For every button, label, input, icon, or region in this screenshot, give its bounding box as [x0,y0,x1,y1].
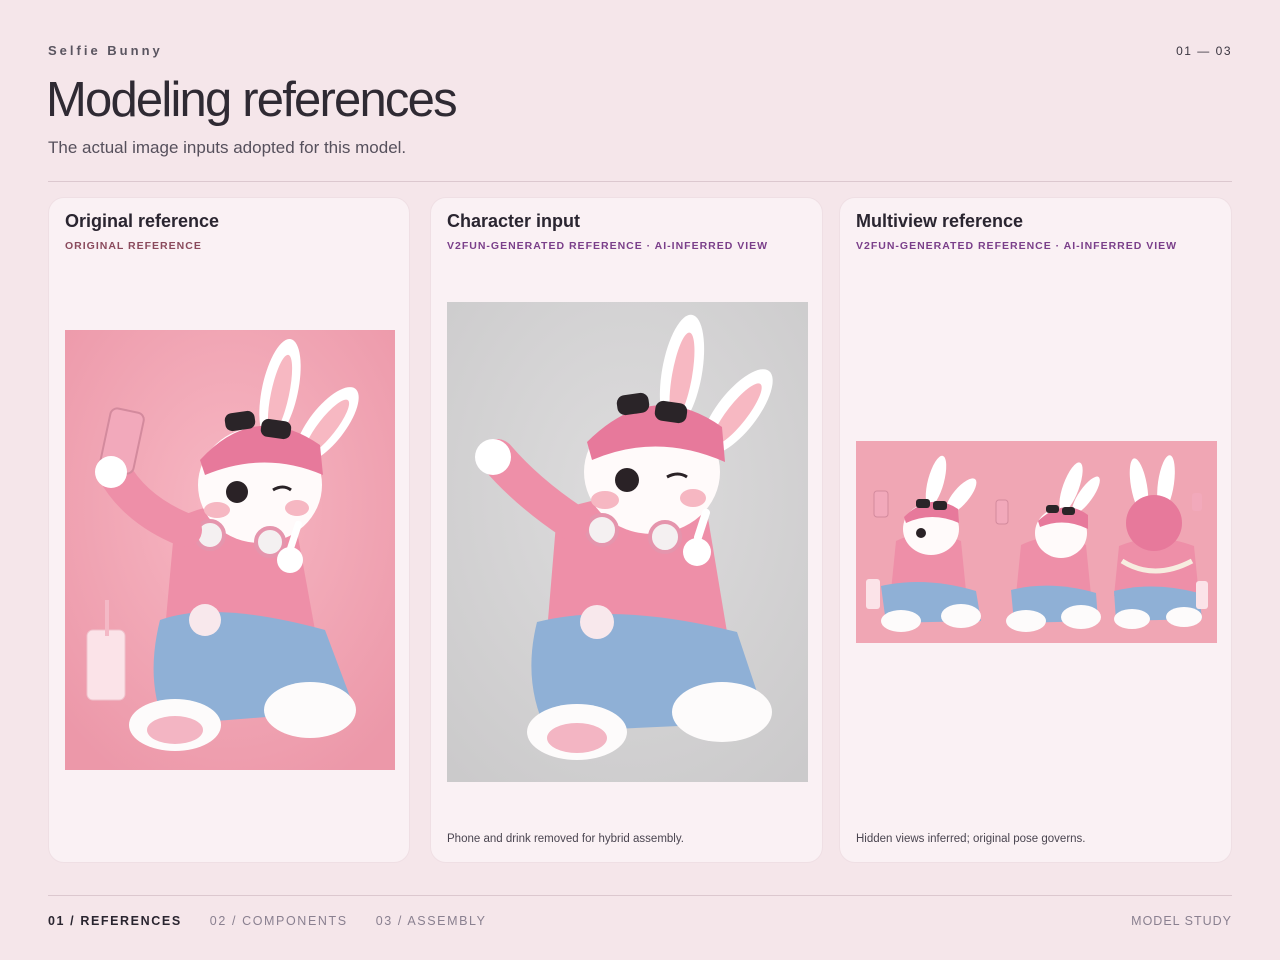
page-counter: 01 — 03 [1176,44,1232,58]
card-tag: ORIGINAL REFERENCE [65,240,202,252]
card-note: Hidden views inferred; original pose gov… [856,833,1086,845]
header-divider [48,181,1232,182]
card-original-reference: Original reference ORIGINAL REFERENCE [48,197,410,863]
nav-components[interactable]: 02 / COMPONENTS [210,914,348,928]
character-input-image[interactable] [447,302,808,782]
card-multiview-reference: Multiview reference V2FUN-GENERATED REFE… [839,197,1232,863]
card-tag: V2FUN-GENERATED REFERENCE · AI-INFERRED … [447,240,769,252]
card-tag: V2FUN-GENERATED REFERENCE · AI-INFERRED … [856,240,1178,252]
footer-divider [48,895,1232,896]
page-subtitle: The actual image inputs adopted for this… [48,138,407,157]
nav-references[interactable]: 01 / REFERENCES [48,914,182,928]
card-title: Multiview reference [856,211,1024,231]
multiview-reference-image[interactable] [856,441,1217,643]
footer-label: MODEL STUDY [1131,914,1232,928]
card-title: Original reference [65,211,220,231]
nav-assembly[interactable]: 03 / ASSEMBLY [376,914,487,928]
card-note: Phone and drink removed for hybrid assem… [447,833,684,845]
footer-nav: 01 / REFERENCES 02 / COMPONENTS 03 / ASS… [48,914,487,928]
original-reference-image[interactable] [65,330,395,770]
card-character-input: Character input V2FUN-GENERATED REFERENC… [430,197,823,863]
eyebrow-label: Selfie Bunny [48,43,163,58]
page-title: Modeling references [46,73,458,127]
card-title: Character input [447,211,581,231]
